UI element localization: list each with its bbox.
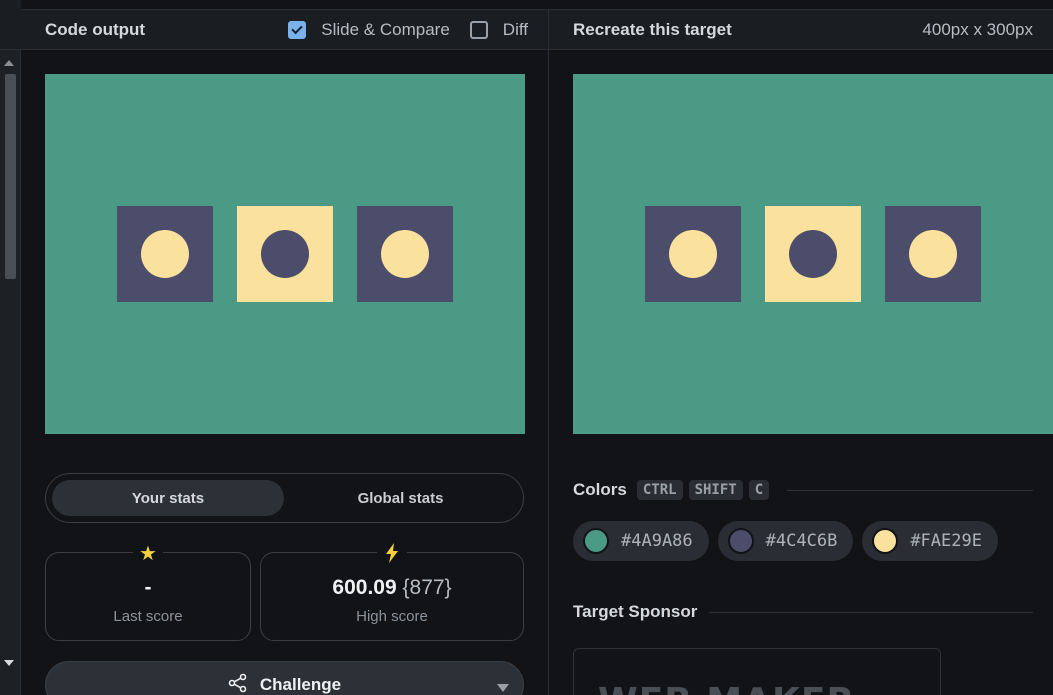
target-square-2 — [765, 206, 861, 302]
output-square-3 — [357, 206, 453, 302]
stats-tabs: Your stats Global stats — [45, 473, 524, 523]
last-score-label: Last score — [113, 608, 183, 625]
diff-toggle[interactable]: Diff — [469, 19, 528, 40]
target-title: Recreate this target — [573, 19, 732, 39]
colors-divider — [787, 489, 1033, 491]
target-square-1 — [645, 206, 741, 302]
output-circle-3 — [381, 230, 429, 278]
color-swatch-1[interactable]: #4A9A86 — [573, 521, 709, 561]
target-circle-3 — [909, 230, 957, 278]
swatch-hex-1: #4A9A86 — [621, 531, 693, 551]
target-canvas — [573, 74, 1053, 434]
slide-compare-checkbox[interactable] — [288, 20, 307, 39]
slide-compare-toggle[interactable]: Slide & Compare — [288, 20, 450, 40]
scroll-up-arrow-icon[interactable] — [4, 60, 14, 66]
output-circle-1 — [141, 230, 189, 278]
top-border — [0, 0, 1053, 10]
swatch-hex-3: #FAE29E — [910, 531, 982, 551]
color-swatches: #4A9A86 #4C4C6B #FAE29E — [573, 521, 1007, 561]
slide-compare-label: Slide & Compare — [321, 19, 450, 39]
sponsor-title: Target Sponsor — [573, 602, 698, 621]
swatch-hex-2: #4C4C6B — [765, 531, 838, 551]
target-square-3 — [885, 206, 981, 302]
app-root: Code output Slide & Compare Diff Recreat… — [0, 0, 1053, 695]
diff-checkbox[interactable] — [469, 20, 488, 39]
colors-title: Colors — [573, 480, 627, 499]
panel-divider[interactable] — [548, 10, 549, 695]
code-output-title: Code output — [45, 19, 146, 39]
target-circle-2 — [789, 230, 837, 278]
last-score-value: - — [144, 576, 152, 599]
diff-label: Diff — [502, 19, 528, 39]
target-dimensions: 400px x 300px — [922, 19, 1033, 39]
swatch-dot-2 — [727, 528, 754, 554]
star-icon: ★ — [133, 540, 163, 566]
output-square-1 — [117, 206, 213, 302]
high-score-value: 600.09 — [332, 576, 397, 599]
shortcut-key-c: C — [748, 480, 770, 500]
high-score-card: 600.09 {877} High score — [260, 540, 524, 641]
sponsor-header: Target Sponsor — [573, 600, 1033, 624]
swatch-dot-3 — [872, 528, 899, 554]
chevron-down-icon[interactable] — [497, 684, 509, 692]
code-output-canvas[interactable] — [45, 74, 525, 434]
output-circle-2 — [261, 230, 309, 278]
vertical-scrollbar[interactable] — [0, 0, 21, 695]
sponsor-divider — [709, 611, 1033, 613]
scrollbar-thumb[interactable] — [5, 74, 16, 279]
swatch-dot-1 — [583, 528, 609, 554]
tab-global-stats[interactable]: Global stats — [284, 480, 517, 516]
checkmark-icon — [291, 22, 303, 34]
scroll-down-arrow-icon[interactable] — [4, 660, 14, 666]
high-score-count: {877} — [402, 576, 452, 599]
sponsor-banner[interactable]: WEB MAKER — [573, 648, 941, 695]
share-icon — [228, 673, 248, 695]
shortcut-key-ctrl: CTRL — [636, 480, 683, 500]
lightning-icon — [377, 540, 407, 566]
tab-your-stats[interactable]: Your stats — [52, 480, 284, 516]
target-circle-1 — [669, 230, 717, 278]
scrollbar-top-band — [0, 0, 21, 50]
last-score-card: ★ - Last score — [45, 540, 251, 641]
code-output-header: Code output Slide & Compare Diff — [21, 10, 548, 50]
high-score-value-row: 600.09 {877} — [332, 576, 451, 600]
shortcut-key-shift: SHIFT — [688, 480, 743, 500]
target-header: Recreate this target 400px x 300px — [549, 10, 1053, 50]
output-square-2 — [237, 206, 333, 302]
challenge-label: Challenge — [259, 675, 342, 694]
color-swatch-3[interactable]: #FAE29E — [862, 521, 998, 561]
color-swatch-2[interactable]: #4C4C6B — [717, 521, 854, 561]
sponsor-logo: WEB MAKER — [598, 681, 855, 695]
challenge-button[interactable]: Challenge — [45, 661, 524, 695]
high-score-label: High score — [356, 608, 428, 625]
colors-header: Colors CTRL SHIFT C — [573, 478, 1033, 502]
